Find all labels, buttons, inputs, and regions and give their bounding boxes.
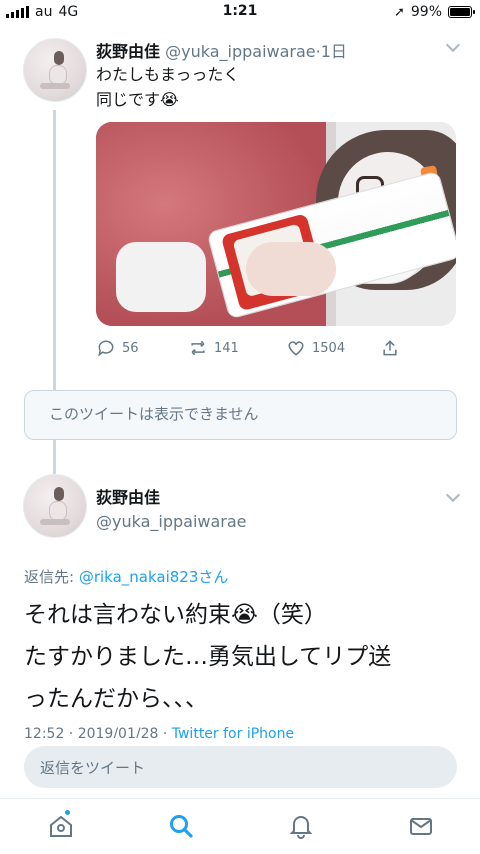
reply-icon xyxy=(98,340,114,357)
tweet-text-line: わたしもまっったく xyxy=(96,65,240,84)
notifications-icon xyxy=(289,816,313,839)
location-icon: ➚ xyxy=(393,4,405,20)
retweet-icon xyxy=(191,340,205,356)
tab-search[interactable] xyxy=(168,813,194,839)
messages-icon xyxy=(410,818,432,835)
unavailable-tweet-notice: このツイートは表示できません xyxy=(24,390,457,440)
retweet-count: 141 xyxy=(214,340,239,356)
tweet-header: 荻野由佳 @yuka_ippaiwarae·1日 xyxy=(96,38,347,62)
tweet-meta: 12:52 · 2019/01/28 · Twitter for iPhone xyxy=(24,726,294,738)
tweet-age: ·1日 xyxy=(315,42,347,61)
battery-icon xyxy=(448,6,475,18)
reply-prefix: 返信先: xyxy=(24,568,79,586)
thread-line-mid xyxy=(53,440,56,474)
tab-home[interactable] xyxy=(48,813,74,839)
user-handle[interactable]: @yuka_ippaiwarae xyxy=(165,42,316,61)
tweet-header: 荻野由佳 @yuka_ippaiwarae xyxy=(96,484,247,531)
status-right: ➚ 99% xyxy=(393,4,475,20)
replying-to: 返信先: @rika_nakai823さん xyxy=(24,566,228,587)
tab-bar xyxy=(0,798,480,854)
thread-line-top xyxy=(53,110,56,390)
tweet-photo[interactable] xyxy=(96,122,456,326)
status-bar: au 4G 1:21 ➚ 99% xyxy=(0,0,480,24)
notification-dot xyxy=(64,809,71,816)
chevron-down-icon[interactable] xyxy=(445,37,461,53)
display-name[interactable]: 荻野由佳 xyxy=(96,42,160,61)
tweet-text: わたしもまっったく 同じです😭 xyxy=(96,62,239,112)
home-icon xyxy=(50,815,72,837)
chevron-down-icon[interactable] xyxy=(445,487,461,503)
tweet-text-line: ったんだから、、、 xyxy=(24,686,208,712)
battery-percent: 99% xyxy=(410,4,442,20)
search-icon xyxy=(170,815,193,838)
reply-input[interactable]: 返信をツイート xyxy=(24,746,457,788)
tab-notifications[interactable] xyxy=(288,813,314,839)
reply-to-link[interactable]: @rika_nakai823さん xyxy=(79,568,229,586)
share-action[interactable] xyxy=(380,338,400,358)
user-handle[interactable]: @yuka_ippaiwarae xyxy=(96,512,247,531)
avatar[interactable] xyxy=(23,38,87,102)
display-name[interactable]: 荻野由佳 xyxy=(96,484,247,508)
tweet-text-line: 同じです😭 xyxy=(96,90,179,109)
tweet-timestamp: 12:52 · 2019/01/28 · xyxy=(24,726,172,738)
like-count: 1504 xyxy=(312,340,346,356)
heart-icon xyxy=(288,341,304,356)
share-icon xyxy=(383,340,397,356)
reply-count: 56 xyxy=(122,340,139,356)
tweet-text-line: それは言わない約束😭（笑） xyxy=(24,602,327,628)
retweet-action[interactable]: 141 xyxy=(188,338,239,358)
tweet-actions: 56 141 1504 xyxy=(96,338,416,362)
tab-messages[interactable] xyxy=(408,813,434,839)
reply-action[interactable]: 56 xyxy=(96,338,139,358)
tweet-text-line: たすかりました…勇気出してリプ送 xyxy=(24,644,392,670)
tweet-source[interactable]: Twitter for iPhone xyxy=(172,726,294,738)
avatar[interactable] xyxy=(23,474,87,538)
like-action[interactable]: 1504 xyxy=(286,338,345,358)
tweet-text: それは言わない約束😭（笑） たすかりました…勇気出してリプ送 ったんだから、、、 xyxy=(24,594,464,720)
